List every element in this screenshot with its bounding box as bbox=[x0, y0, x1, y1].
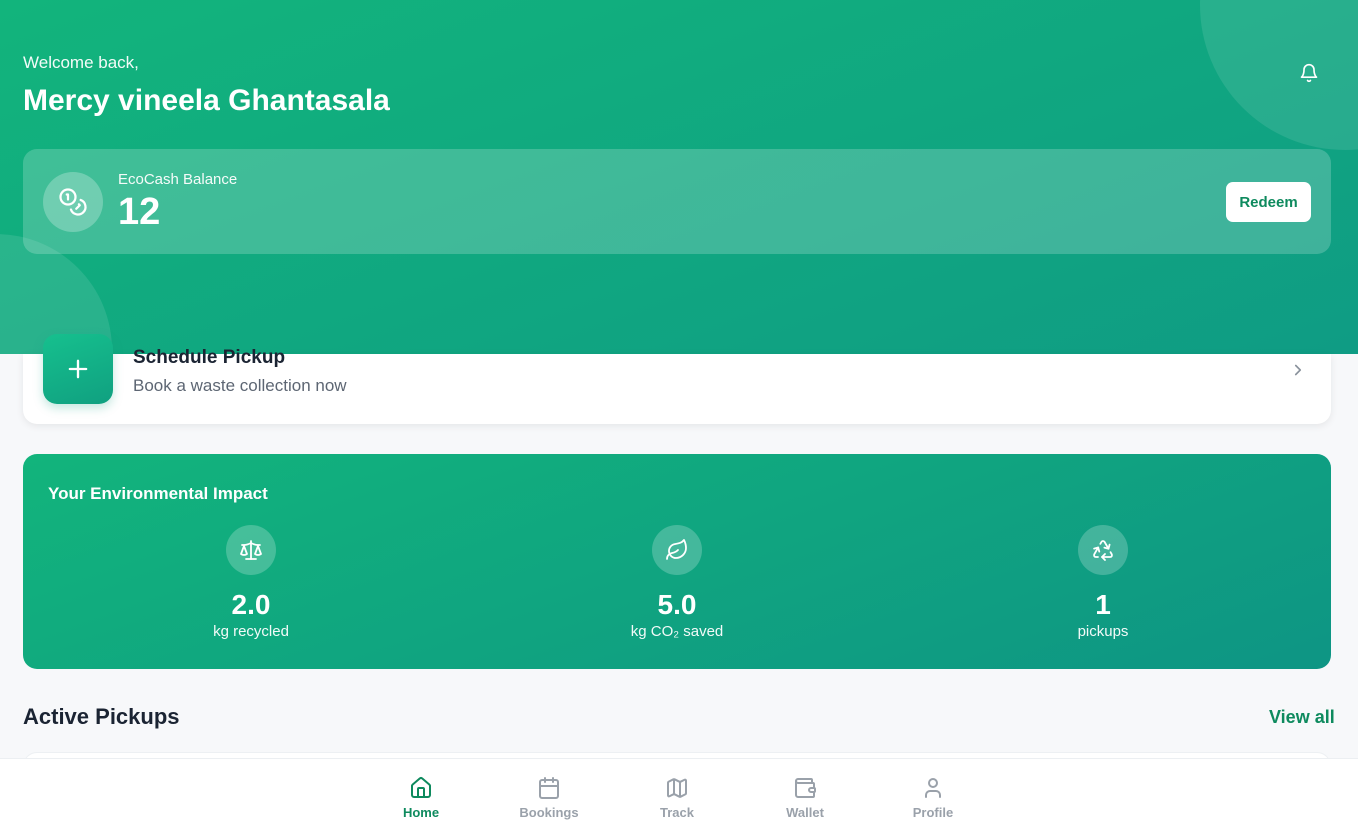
stat-value: 1 bbox=[1095, 589, 1111, 620]
calendar-icon bbox=[504, 775, 594, 801]
home-screen: Welcome back, Mercy vineela Ghantasala E… bbox=[0, 0, 1358, 822]
stat-co2: 5.0 kg CO₂ saved bbox=[577, 525, 777, 640]
stat-label: pickups bbox=[1077, 623, 1129, 640]
bottom-nav: Home Bookings Track Wallet Profile bbox=[0, 758, 1358, 822]
plus-icon bbox=[43, 334, 113, 404]
nav-label: Track bbox=[660, 805, 694, 820]
stat-value: 5.0 bbox=[657, 589, 697, 620]
balance-card: EcoCash Balance 12 Redeem bbox=[23, 149, 1331, 254]
view-all-link[interactable]: View all bbox=[1269, 707, 1335, 728]
nav-wallet[interactable]: Wallet bbox=[760, 775, 850, 820]
nav-bookings[interactable]: Bookings bbox=[504, 775, 594, 820]
chevron-right-icon bbox=[1288, 360, 1308, 380]
schedule-title: Schedule Pickup bbox=[133, 347, 286, 368]
map-icon bbox=[632, 775, 722, 801]
active-pickups-title: Active Pickups bbox=[23, 704, 180, 729]
welcome-text: Welcome back, bbox=[23, 53, 139, 72]
bell-icon[interactable] bbox=[1296, 60, 1322, 86]
decorative-circle bbox=[1200, 0, 1358, 150]
balance-label: EcoCash Balance bbox=[118, 171, 238, 188]
nav-label: Home bbox=[402, 805, 440, 820]
home-icon bbox=[376, 775, 466, 801]
nav-track[interactable]: Track bbox=[632, 775, 722, 820]
user-icon bbox=[888, 775, 978, 801]
balance-value: 12 bbox=[118, 191, 161, 233]
schedule-subtitle: Book a waste collection now bbox=[133, 376, 347, 395]
nav-home[interactable]: Home bbox=[376, 775, 466, 820]
nav-label: Bookings bbox=[519, 805, 579, 820]
coins-icon bbox=[43, 172, 103, 232]
nav-label: Wallet bbox=[786, 805, 824, 820]
recycle-icon bbox=[1078, 525, 1128, 575]
impact-title: Your Environmental Impact bbox=[48, 484, 268, 503]
stat-label: kg CO₂ saved bbox=[630, 623, 724, 640]
environmental-impact-card: Your Environmental Impact 2.0 kg recycle… bbox=[23, 454, 1331, 669]
redeem-button[interactable]: Redeem bbox=[1226, 182, 1311, 222]
stat-label: kg recycled bbox=[213, 623, 289, 640]
nav-profile[interactable]: Profile bbox=[888, 775, 978, 820]
scale-icon bbox=[226, 525, 276, 575]
nav-label: Profile bbox=[912, 805, 954, 820]
wallet-icon bbox=[760, 775, 850, 801]
stat-pickups: 1 pickups bbox=[1003, 525, 1203, 640]
header-banner: Welcome back, Mercy vineela Ghantasala E… bbox=[0, 0, 1358, 354]
stat-recycled: 2.0 kg recycled bbox=[151, 525, 351, 640]
stat-value: 2.0 bbox=[231, 589, 271, 620]
schedule-pickup-card[interactable]: Schedule Pickup Book a waste collection … bbox=[23, 334, 1331, 424]
user-name: Mercy vineela Ghantasala bbox=[23, 84, 390, 117]
leaf-icon bbox=[652, 525, 702, 575]
